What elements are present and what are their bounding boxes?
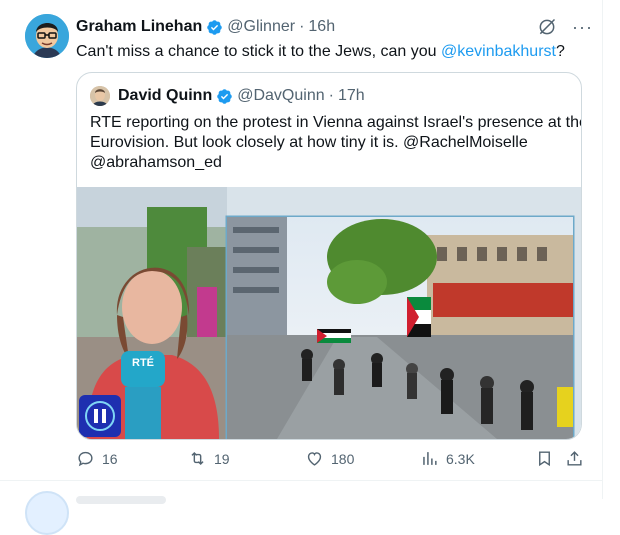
views-count: 6.3K (446, 450, 475, 467)
author-handle[interactable]: @Glinner (227, 18, 295, 36)
tweet-divider (0, 480, 602, 481)
reply-button[interactable]: 16 (76, 449, 118, 468)
share-button[interactable] (565, 449, 584, 468)
grok-icon[interactable] (536, 16, 558, 38)
quoted-author-avatar (90, 86, 110, 106)
tweet-header: Graham Linehan @Glinner · 16h (76, 18, 335, 36)
tweet-top-actions: ··· (536, 16, 593, 38)
next-tweet-avatar[interactable] (25, 491, 69, 535)
repost-icon (191, 451, 204, 466)
tweet-text-body: Can't miss a chance to stick it to the J… (76, 43, 441, 60)
bookmark-icon (539, 451, 550, 467)
quoted-author-handle[interactable]: @DavQuinn (237, 87, 324, 105)
quoted-separator: · (328, 87, 334, 104)
next-tweet-header (76, 496, 166, 504)
views-icon (423, 452, 437, 465)
reply-icon (78, 451, 93, 467)
like-count: 180 (331, 450, 355, 467)
quoted-time[interactable]: 17h (338, 87, 365, 105)
verified-badge-icon (217, 88, 232, 104)
tweet-time[interactable]: 16h (308, 18, 335, 36)
mention-link[interactable]: @kevinbakhurst (441, 43, 556, 60)
bookmark-button[interactable] (535, 449, 554, 468)
quoted-header: David Quinn @DavQuinn · 17h (90, 86, 365, 106)
repost-count: 19 (214, 450, 230, 467)
tweet[interactable]: Graham Linehan @Glinner · 16h ··· Can't … (0, 0, 602, 480)
more-icon[interactable]: ··· (572, 18, 593, 36)
quoted-text-line: RTE reporting on the protest in Vienna a… (90, 114, 582, 131)
tweet-text-end: ? (555, 43, 565, 60)
like-icon (307, 452, 322, 466)
verified-badge-icon (207, 19, 223, 35)
mic-logo: RTÉ (132, 356, 154, 369)
share-icon (567, 451, 582, 466)
author-name[interactable]: Graham Linehan (76, 18, 202, 36)
tweet-text: Can't miss a chance to stick it to the J… (76, 42, 565, 62)
quoted-tweet[interactable]: David Quinn @DavQuinn · 17h RTE reportin… (76, 72, 582, 440)
repost-button[interactable]: 19 (188, 449, 230, 468)
header-separator: · (299, 18, 305, 35)
quoted-text: RTE reporting on the protest in Vienna a… (90, 113, 582, 173)
author-avatar[interactable] (25, 14, 69, 58)
quoted-text-line: @abrahamson_ed (90, 154, 222, 171)
quoted-author-name[interactable]: David Quinn (118, 87, 212, 105)
tweet-actions: 16 19 180 6.3K (76, 449, 586, 473)
views-button[interactable]: 6.3K (420, 449, 475, 468)
quoted-text-line: Eurovision. But look closely at how tiny… (90, 134, 528, 151)
quoted-video[interactable]: RTÉ (77, 187, 581, 439)
like-button[interactable]: 180 (305, 449, 354, 468)
column-border (602, 0, 603, 499)
reply-count: 16 (102, 450, 118, 467)
